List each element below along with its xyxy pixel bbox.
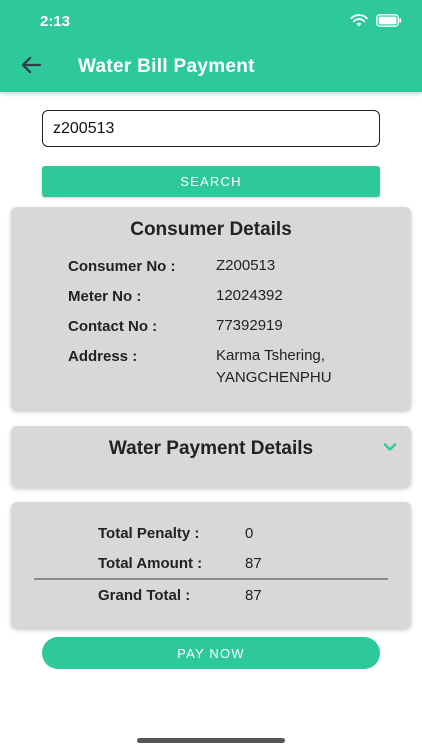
- app-header: 2:13 Water Bill Payment: [0, 0, 422, 92]
- status-icons: [350, 14, 402, 32]
- consumer-no-value: Z200513: [216, 257, 276, 274]
- address-line-2: YANGCHENPHU: [216, 369, 332, 386]
- total-penalty-label: Total Penalty :: [98, 525, 200, 542]
- contact-no-label: Contact No :: [68, 318, 158, 335]
- battery-icon: [376, 14, 402, 32]
- arrow-left-icon: [20, 56, 42, 79]
- pay-now-button[interactable]: PAY NOW: [42, 637, 380, 669]
- address-label: Address :: [68, 348, 138, 365]
- consumer-no-label: Consumer No :: [68, 258, 176, 275]
- contact-no-value: 77392919: [216, 317, 283, 334]
- water-payment-details-title: Water Payment Details: [108, 438, 314, 459]
- totals-card: Total Penalty : 0 Total Amount : 87 Gran…: [11, 502, 411, 628]
- status-time: 2:13: [40, 13, 71, 30]
- search-button[interactable]: SEARCH: [42, 166, 380, 197]
- grand-total-label: Grand Total :: [98, 587, 191, 604]
- totals-divider: [34, 578, 388, 580]
- page-title: Water Bill Payment: [78, 56, 255, 77]
- total-amount-label: Total Amount :: [98, 555, 203, 572]
- wifi-icon: [350, 14, 368, 32]
- home-indicator[interactable]: [137, 738, 285, 743]
- consumer-details-title: Consumer Details: [130, 219, 292, 240]
- meter-no-label: Meter No :: [68, 288, 142, 305]
- water-payment-details-accordion[interactable]: Water Payment Details: [11, 426, 411, 487]
- grand-total-value: 87: [245, 587, 262, 604]
- address-line-1: Karma Tshering,: [216, 347, 325, 364]
- total-penalty-value: 0: [245, 525, 254, 542]
- consumer-details-card: Consumer Details Consumer No : Z200513 M…: [11, 207, 411, 410]
- total-amount-value: 87: [245, 555, 262, 572]
- consumer-search-input[interactable]: [42, 110, 380, 147]
- back-button[interactable]: [18, 54, 44, 80]
- chevron-down-icon[interactable]: [382, 439, 398, 455]
- meter-no-value: 12024392: [216, 287, 283, 304]
